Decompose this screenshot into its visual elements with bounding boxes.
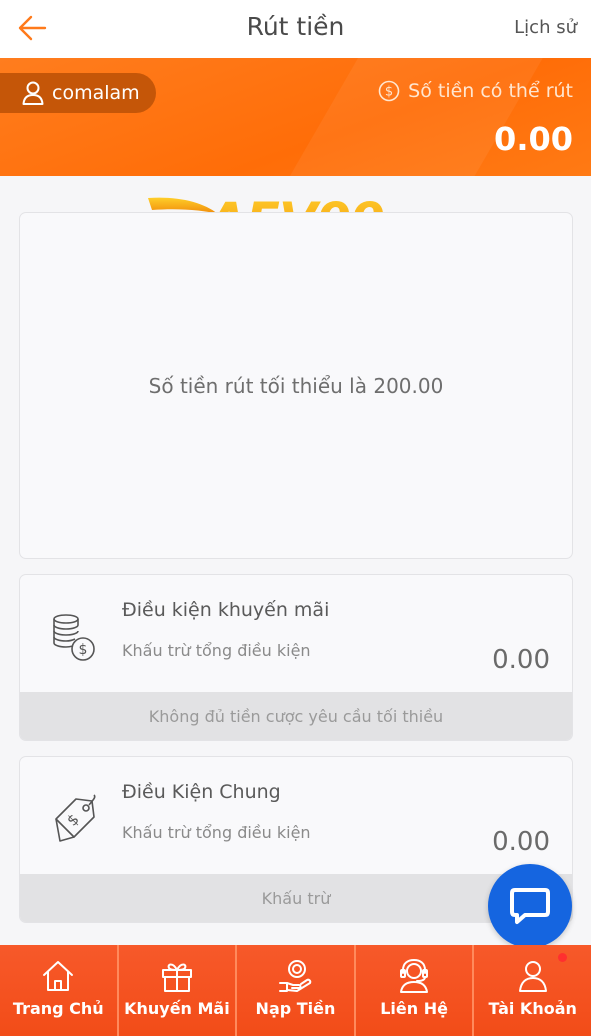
nav-item-deposit[interactable]: Nạp Tiền [237,945,356,1036]
live-chat-button[interactable] [488,864,572,948]
balance-label-row: $ Số tiền có thể rút [378,80,573,102]
balance-label: Số tiền có thể rút [408,80,573,102]
price-tag-icon: $ [55,794,96,842]
coins-dollar-icon: $ [53,614,95,661]
bottom-navigation: Trang Chủ Khuyến Mãi Nạp Tiền Liên Hệ Tà… [0,945,591,1036]
notification-dot [557,953,567,962]
svg-text:$: $ [385,85,393,100]
condition-title: Điều kiện khuyến mãi [122,599,330,621]
username: comalam [52,82,140,104]
condition-value: 0.00 [492,827,550,857]
condition-subtitle: Khấu trừ tổng điều kiện [122,641,311,660]
home-icon [43,961,74,991]
support-agent-icon [400,959,429,993]
nav-label: Nạp Tiền [255,999,336,1018]
nav-item-account[interactable]: Tài Khoản [474,945,591,1036]
nav-item-contact[interactable]: Liên Hệ [355,945,475,1036]
history-link[interactable]: Lịch sử [514,17,577,38]
withdraw-form-card: Số tiền rút tối thiểu là 200.00 [19,212,573,559]
nav-item-home[interactable]: Trang Chủ [0,945,119,1036]
user-icon [22,81,44,105]
nav-label: Tài Khoản [488,999,577,1018]
account-banner: comalam $ Số tiền có thể rút 0.00 [0,58,591,176]
gift-icon [161,963,192,992]
condition-subtitle: Khấu trừ tổng điều kiện [122,823,311,842]
condition-footer: Không đủ tiền cược yêu cầu tối thiều [20,692,572,740]
nav-label: Khuyến Mãi [124,999,230,1018]
top-bar: Rút tiền Lịch sử [0,0,591,58]
username-pill: comalam [0,73,156,113]
condition-title: Điều Kiện Chung [122,781,281,803]
chat-bubble-icon [510,888,550,924]
banner-decoration [275,58,545,176]
user-icon [518,961,547,992]
balance-amount: 0.00 [494,120,573,158]
deposit-hand-icon [279,960,312,992]
condition-value: 0.00 [492,645,550,675]
svg-text:$: $ [79,642,88,658]
dollar-circle-icon: $ [378,80,400,102]
minimum-withdraw-text: Số tiền rút tối thiểu là 200.00 [148,373,444,398]
svg-text:$: $ [63,810,82,829]
nav-item-promotions[interactable]: Khuyến Mãi [118,945,238,1036]
page-title: Rút tiền [246,12,345,41]
nav-label: Trang Chủ [12,999,104,1018]
nav-label: Liên Hệ [380,999,448,1018]
promotion-condition-card: $ Điều kiện khuyến mãi Khấu trừ tổng điề… [19,574,573,741]
